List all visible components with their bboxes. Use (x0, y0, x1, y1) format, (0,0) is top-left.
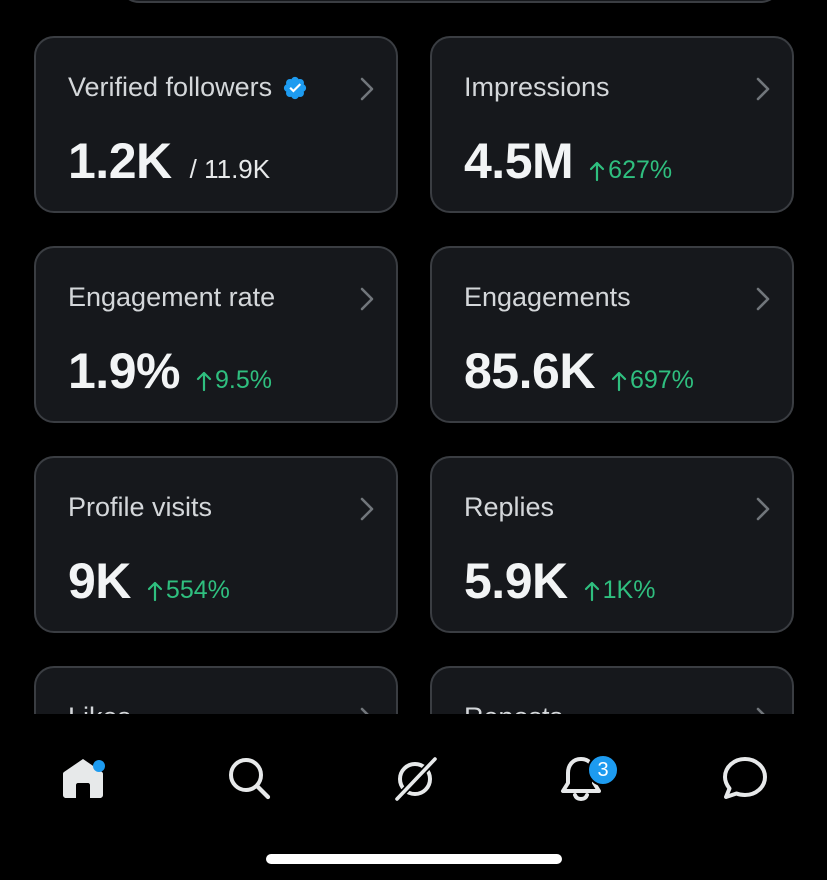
card-label: Profile visits (68, 492, 213, 522)
chevron-right-icon (756, 707, 765, 714)
chevron-right-icon (360, 287, 374, 311)
card-label: Impressions (464, 72, 610, 102)
card-replies[interactable]: Replies 5.9K 1K% (430, 456, 794, 633)
tab-grok[interactable] (375, 738, 455, 818)
chevron-right-icon (360, 77, 374, 101)
card-total: / 11.9K (189, 154, 271, 184)
home-indicator[interactable] (266, 854, 562, 864)
card-label: Reposts (464, 702, 563, 714)
grok-icon (393, 755, 439, 802)
card-label: Replies (464, 492, 555, 522)
card-value: 9K (68, 553, 131, 609)
card-change-value: 9.5% (214, 366, 272, 394)
card-change: 554% (147, 576, 230, 605)
card-profile-visits[interactable]: Profile visits 9K 554% (34, 456, 398, 633)
arrow-up-icon (584, 581, 599, 601)
card-label: Likes (68, 702, 131, 714)
chevron-right-icon (360, 707, 369, 714)
tab-messages[interactable] (705, 738, 785, 818)
card-label: Engagements (464, 282, 631, 312)
card-change: 9.5% (196, 366, 272, 395)
arrow-up-icon (611, 371, 627, 391)
card-value: 1.9% (68, 343, 180, 399)
notifications-badge: 3 (587, 754, 619, 786)
metrics-grid: Verified followers 1.2K / 11.9K Impressi… (0, 0, 827, 714)
card-verified-followers[interactable]: Verified followers 1.2K / 11.9K (34, 36, 398, 213)
card-change-value: 627% (608, 156, 673, 184)
verified-badge-icon (284, 76, 307, 99)
card-value: 5.9K (464, 553, 568, 609)
tab-search[interactable] (209, 738, 289, 818)
card-engagement-rate[interactable]: Engagement rate 1.9% 9.5% (34, 246, 398, 423)
card-change: 627% (589, 156, 672, 185)
chevron-right-icon (360, 497, 374, 521)
card-value-row: 5.9K 1K% (464, 552, 655, 610)
card-value-row: 1.2K / 11.9K (68, 132, 270, 190)
message-icon (723, 757, 767, 799)
card-value-row: 9K 554% (68, 552, 230, 610)
tab-home[interactable] (43, 738, 123, 818)
previous-card[interactable] (118, 0, 782, 3)
chevron-right-icon (756, 77, 770, 101)
chevron-right-icon (756, 287, 770, 311)
card-value-row: 85.6K 697% (464, 342, 694, 400)
card-label: Verified followers (68, 72, 273, 102)
card-label: Engagement rate (68, 282, 276, 312)
chevron-right-icon (756, 497, 770, 521)
card-likes[interactable]: Likes (34, 666, 398, 714)
card-reposts[interactable]: Reposts (430, 666, 794, 714)
arrow-up-icon (590, 161, 605, 181)
card-impressions[interactable]: Impressions 4.5M 627% (430, 36, 794, 213)
card-value-row: 4.5M 627% (464, 132, 672, 190)
card-engagements[interactable]: Engagements 85.6K 697% (430, 246, 794, 423)
card-change: 697% (611, 366, 694, 395)
search-icon (229, 758, 271, 800)
card-value: 1.2K (68, 133, 172, 189)
arrow-up-icon (147, 581, 163, 601)
analytics-screen: Verified followers 1.2K / 11.9K Impressi… (0, 0, 827, 880)
card-value: 4.5M (464, 133, 574, 189)
card-value: 85.6K (464, 343, 595, 399)
card-change-value: 697% (629, 366, 694, 394)
card-change: 1K% (584, 576, 656, 605)
card-value-row: 1.9% 9.5% (68, 342, 272, 400)
card-change-value: 554% (165, 576, 230, 604)
card-change-value: 1K% (602, 576, 656, 604)
card-label-wrap: Verified followers (68, 72, 308, 103)
home-unread-dot (93, 760, 105, 772)
arrow-up-icon (196, 371, 212, 391)
tab-notifications[interactable]: 3 (541, 738, 621, 818)
